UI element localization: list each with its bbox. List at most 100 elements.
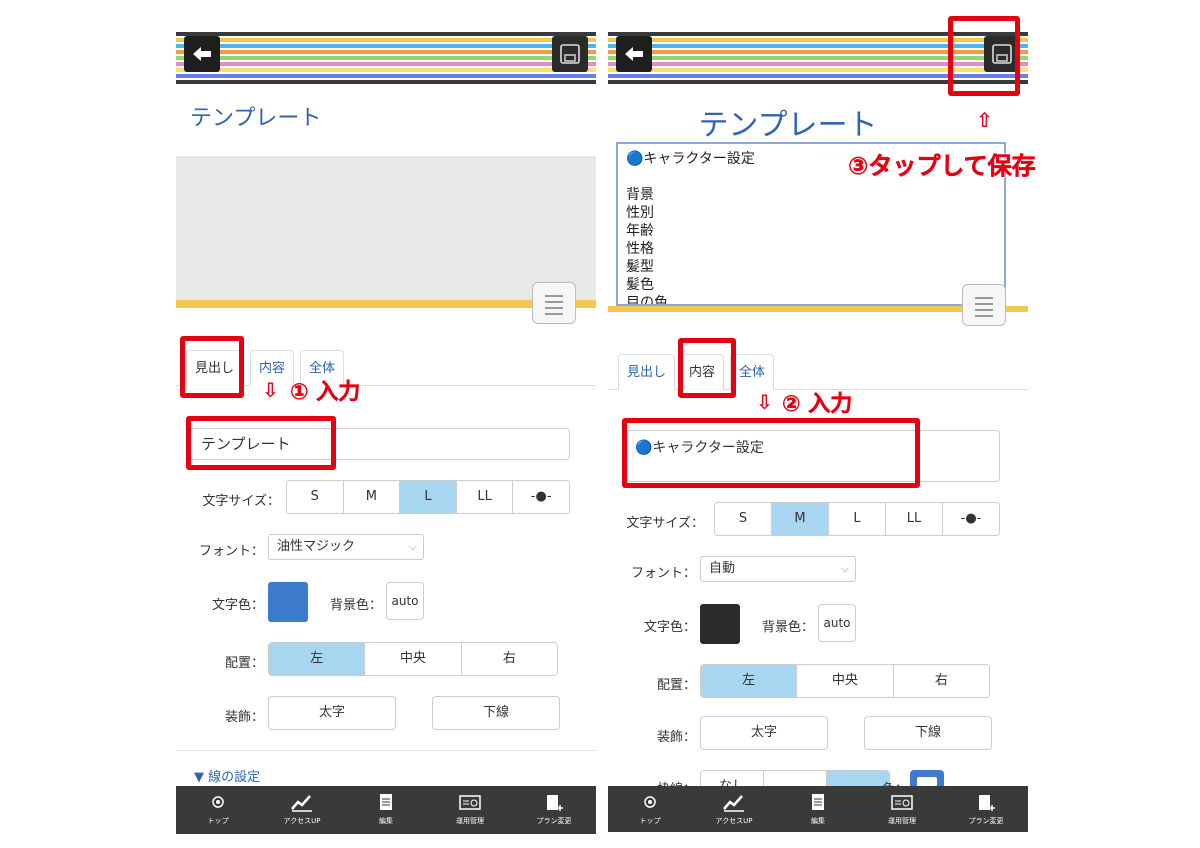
- content-line: 性格: [626, 241, 654, 257]
- align-right[interactable]: 右: [461, 643, 557, 675]
- highlight-heading-tab: [180, 336, 244, 398]
- drag-handle-icon[interactable]: [962, 284, 1006, 326]
- chevron-down-icon: ⌵: [408, 540, 417, 553]
- size-option-s[interactable]: S: [287, 481, 344, 513]
- nav-edit[interactable]: 編集: [776, 786, 860, 832]
- back-button[interactable]: [184, 36, 220, 72]
- nav-top[interactable]: トップ: [608, 786, 692, 832]
- size-option-l[interactable]: L: [829, 503, 886, 535]
- header-bar: [176, 28, 596, 88]
- header-stripe: [176, 56, 596, 60]
- bg-color-picker[interactable]: auto: [818, 604, 856, 642]
- tab-all[interactable]: 全体: [730, 354, 775, 390]
- text-color-label: 文字色：: [211, 598, 264, 613]
- document-plus-icon: [979, 795, 995, 811]
- document-plus-icon: [547, 795, 563, 811]
- bottom-nav: トップ アクセスUP 編集 運用管理 プラン変更: [608, 786, 1028, 832]
- line-settings-toggle[interactable]: ▼ 線の設定: [194, 766, 260, 785]
- arrow-left-icon: [625, 47, 643, 61]
- text-size-label: 文字サイズ：: [626, 516, 704, 531]
- size-option-ll[interactable]: LL: [456, 481, 514, 513]
- align-center[interactable]: 中央: [797, 665, 894, 697]
- highlight-save-button: [948, 16, 1020, 96]
- arrow-up-icon: ⇧: [976, 108, 993, 132]
- chart-up-icon: [723, 795, 744, 812]
- text-size-selector: S M L LL -●-: [286, 480, 570, 514]
- nav-access-up[interactable]: アクセスUP: [260, 786, 344, 834]
- size-option-custom[interactable]: -●-: [513, 481, 569, 513]
- annotation-step-1: ① 入力: [290, 380, 361, 406]
- text-size-selector: S M L LL -●-: [714, 502, 1000, 536]
- bold-button[interactable]: 太字: [268, 696, 396, 730]
- font-label: フォント：: [630, 566, 696, 581]
- decoration-label: 装飾：: [224, 710, 264, 725]
- size-option-custom[interactable]: -●-: [943, 503, 999, 535]
- arrow-down-icon: ⇩: [262, 378, 279, 402]
- underline-button[interactable]: 下線: [432, 696, 560, 730]
- header-stripe: [176, 62, 596, 66]
- dashboard-icon: [459, 795, 481, 810]
- target-icon: [644, 796, 656, 808]
- content-line: 性別: [626, 205, 654, 221]
- font-select[interactable]: 油性マジック ⌵: [268, 534, 424, 560]
- content-line: 髪型: [626, 259, 654, 275]
- size-option-s[interactable]: S: [715, 503, 772, 535]
- font-select-value: 油性マジック: [277, 539, 356, 554]
- text-color-swatch[interactable]: [700, 604, 740, 644]
- back-button[interactable]: [616, 36, 652, 72]
- align-selector: 左 中央 右: [700, 664, 990, 698]
- align-label: 配置：: [224, 656, 264, 671]
- nav-plan[interactable]: プラン変更: [944, 786, 1028, 832]
- content-line: 目の色: [626, 295, 668, 306]
- nav-operation[interactable]: 運用管理: [428, 786, 512, 834]
- size-option-ll[interactable]: LL: [886, 503, 943, 535]
- content-line: 髪色: [626, 277, 654, 293]
- text-size-label: 文字サイズ：: [202, 494, 280, 509]
- highlight-content-textarea: [622, 418, 920, 488]
- nav-edit[interactable]: 編集: [344, 786, 428, 834]
- chart-up-icon: [291, 795, 312, 812]
- underline-button[interactable]: 下線: [864, 716, 992, 750]
- divider: [176, 750, 596, 751]
- bg-color-picker[interactable]: auto: [386, 582, 424, 620]
- bg-color-label: 背景色：: [761, 620, 814, 635]
- header-stripe: [176, 44, 596, 48]
- save-button[interactable]: [552, 36, 588, 72]
- editor-tabs: 見出し 内容 全体: [608, 350, 1028, 390]
- bold-button[interactable]: 太字: [700, 716, 828, 750]
- floppy-disk-icon: [560, 44, 580, 64]
- align-label: 配置：: [656, 678, 696, 693]
- target-icon: [212, 796, 224, 808]
- highlight-heading-input: [186, 416, 336, 470]
- drag-handle-icon[interactable]: [532, 282, 576, 324]
- content-line: 背景: [626, 187, 654, 203]
- document-icon: [380, 794, 392, 810]
- nav-plan[interactable]: プラン変更: [512, 786, 596, 834]
- align-left[interactable]: 左: [269, 643, 366, 675]
- arrow-left-icon: [193, 47, 211, 61]
- decoration-label: 装飾：: [656, 730, 696, 745]
- nav-operation[interactable]: 運用管理: [860, 786, 944, 832]
- bg-color-label: 背景色：: [329, 598, 382, 613]
- size-option-m[interactable]: M: [772, 503, 829, 535]
- preview-title: テンプレート: [190, 106, 322, 131]
- align-right[interactable]: 右: [893, 665, 989, 697]
- size-option-l[interactable]: L: [400, 481, 457, 513]
- text-color-swatch[interactable]: [268, 582, 308, 622]
- font-select[interactable]: 自動 ⌵: [700, 556, 856, 582]
- align-selector: 左 中央 右: [268, 642, 558, 676]
- align-left[interactable]: 左: [701, 665, 798, 697]
- header-stripe: [176, 68, 596, 72]
- nav-top[interactable]: トップ: [176, 786, 260, 834]
- align-center[interactable]: 中央: [365, 643, 462, 675]
- size-option-m[interactable]: M: [343, 481, 401, 513]
- header-stripe: [176, 80, 596, 84]
- header-stripe: [176, 74, 596, 78]
- header-stripe: [176, 38, 596, 42]
- nav-access-up[interactable]: アクセスUP: [692, 786, 776, 832]
- tab-heading[interactable]: 見出し: [618, 354, 676, 390]
- annotation-step-3: ③タップして保存: [848, 152, 1036, 181]
- annotation-step-2: ② 入力: [782, 392, 853, 418]
- chevron-down-icon: ⌵: [840, 562, 849, 575]
- bottom-nav: トップ アクセスUP 編集 運用管理 プラン変更: [176, 786, 596, 834]
